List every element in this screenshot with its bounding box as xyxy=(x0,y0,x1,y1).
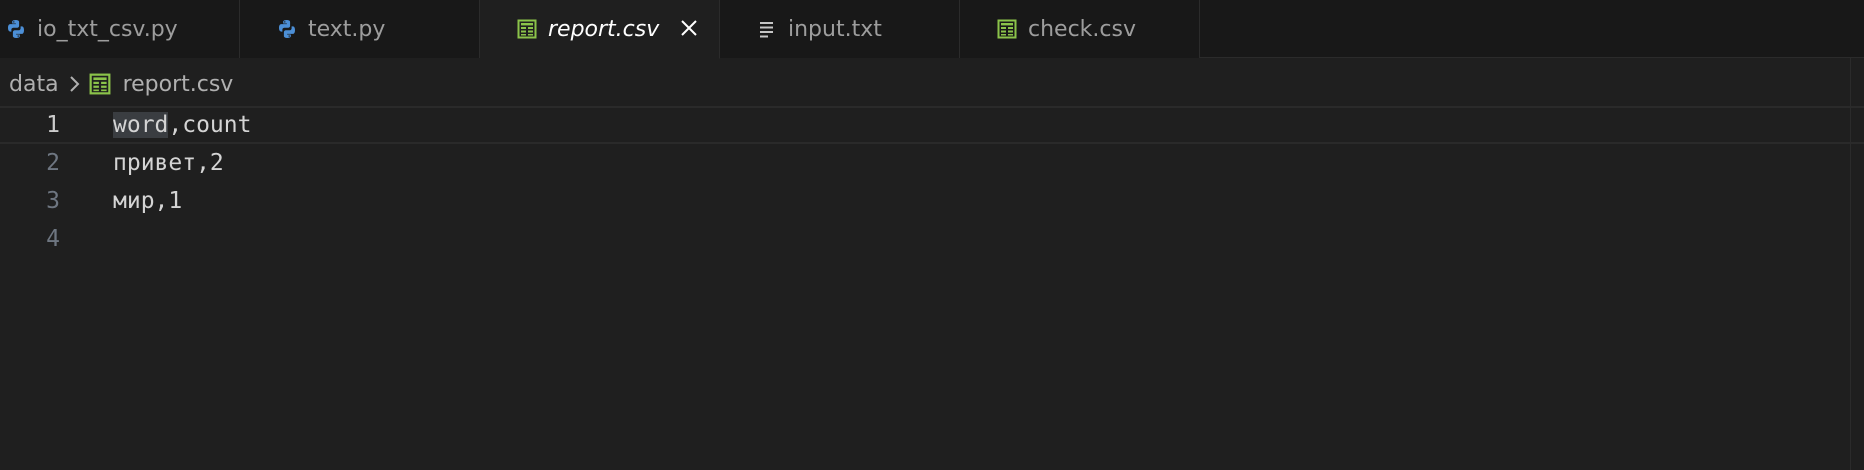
line-number: 3 xyxy=(46,188,60,214)
code-editor[interactable]: 1 word,count 2 привет,2 3 мир,1 4 xyxy=(0,106,1864,470)
breadcrumb-file[interactable]: report.csv xyxy=(123,72,234,97)
word-highlight: word xyxy=(113,112,169,138)
vertical-scrollbar[interactable] xyxy=(1850,58,1864,470)
tab-check-csv[interactable]: check.csv xyxy=(960,0,1200,58)
line-number: 1 xyxy=(46,112,60,138)
python-icon xyxy=(5,18,27,40)
breadcrumb: data report.csv xyxy=(0,64,233,104)
editor-line[interactable]: 1 word,count xyxy=(0,106,1864,144)
line-number: 2 xyxy=(46,150,60,176)
python-icon xyxy=(276,18,298,40)
tab-label: text.py xyxy=(308,16,386,42)
chevron-right-icon xyxy=(67,74,81,94)
tab-bar: io_txt_csv.py text.py report.csv input.t… xyxy=(0,0,1864,59)
tab-label: input.txt xyxy=(788,16,882,42)
line-text: ,count xyxy=(168,112,252,138)
editor-line[interactable]: 4 xyxy=(0,220,1864,258)
tab-label: report.csv xyxy=(548,16,660,42)
tab-text-py[interactable]: text.py xyxy=(240,0,480,58)
text-file-icon xyxy=(756,18,778,40)
line-number: 4 xyxy=(46,226,60,252)
csv-file-icon xyxy=(996,18,1018,40)
breadcrumb-folder[interactable]: data xyxy=(9,72,59,97)
line-text: привет,2 xyxy=(113,150,224,176)
editor-window: io_txt_csv.py text.py report.csv input.t… xyxy=(0,0,1864,470)
csv-file-icon xyxy=(89,73,111,95)
close-icon[interactable] xyxy=(675,14,703,42)
line-text: мир,1 xyxy=(113,188,183,214)
tab-label: io_txt_csv.py xyxy=(37,16,178,42)
tab-label: check.csv xyxy=(1028,16,1136,42)
line-content: word,count xyxy=(113,112,251,138)
tab-input-txt[interactable]: input.txt xyxy=(720,0,960,58)
tab-io-txt-csv-py[interactable]: io_txt_csv.py xyxy=(0,0,240,58)
tab-report-csv[interactable]: report.csv xyxy=(480,0,720,59)
editor-line[interactable]: 3 мир,1 xyxy=(0,182,1864,220)
editor-line[interactable]: 2 привет,2 xyxy=(0,144,1864,182)
csv-file-icon xyxy=(516,18,538,40)
